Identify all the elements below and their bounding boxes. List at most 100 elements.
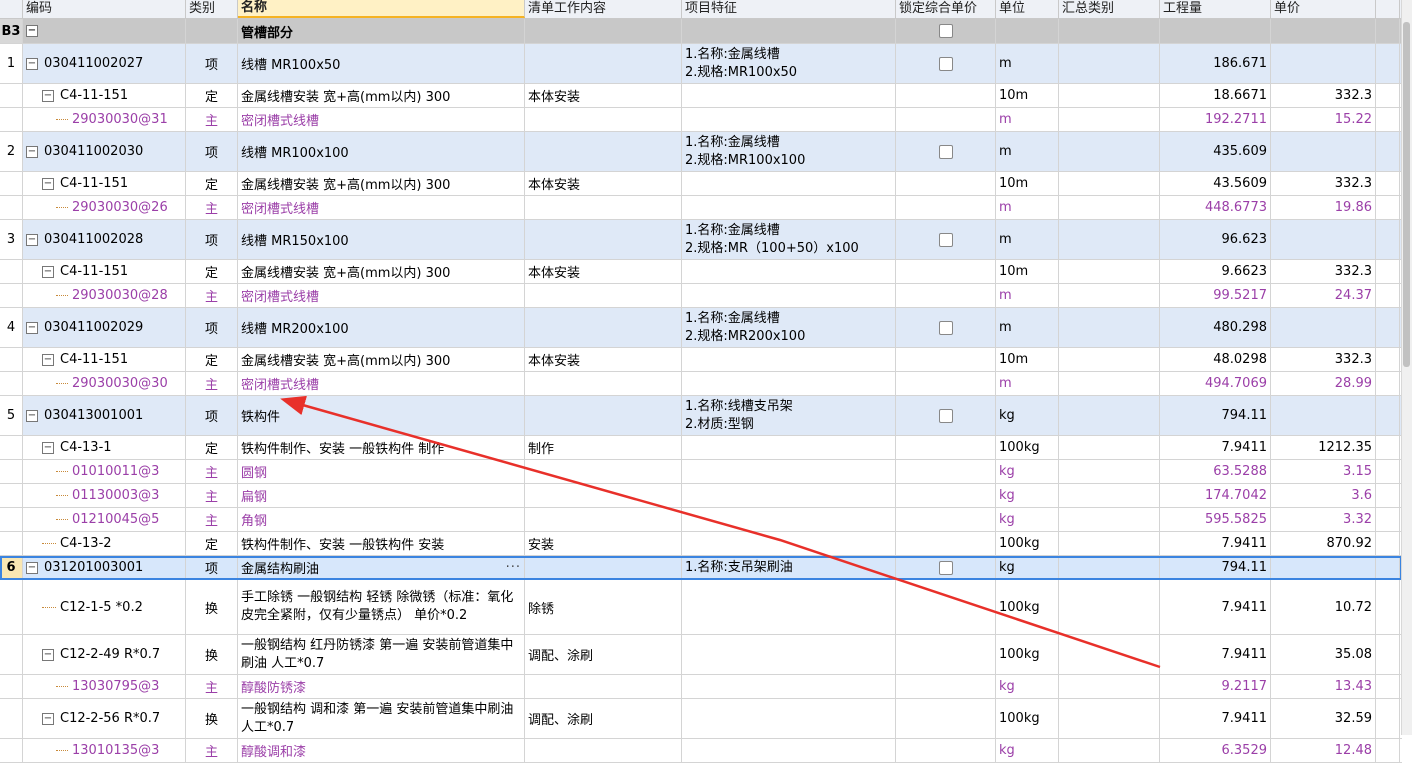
price-cell[interactable]: 15.22 bbox=[1271, 108, 1376, 131]
type-cell[interactable]: 定 bbox=[186, 532, 238, 555]
quota-row[interactable]: − C12-2-49 R*0.7 换 一般钢结构 红丹防锈漆 第一遍 安装前管道集中刷… bbox=[0, 635, 1402, 675]
name-cell[interactable]: 醇酸防锈漆 bbox=[238, 675, 525, 698]
vertical-scrollbar[interactable] bbox=[1401, 0, 1412, 735]
row-index[interactable] bbox=[0, 108, 23, 131]
collapse-toggle-icon[interactable]: − bbox=[42, 89, 54, 102]
price-cell[interactable] bbox=[1271, 396, 1376, 435]
type-cell[interactable]: 项 bbox=[186, 556, 238, 579]
col-header-summary-type[interactable]: 汇总类别 bbox=[1059, 0, 1160, 18]
group-row[interactable]: B3− 管槽部分 bbox=[0, 19, 1402, 44]
code-cell[interactable]: − C4-11-151 bbox=[23, 348, 186, 371]
summary-type-cell[interactable] bbox=[1059, 396, 1160, 435]
summary-type-cell[interactable] bbox=[1059, 635, 1160, 674]
price-cell[interactable]: 332.3 bbox=[1271, 172, 1376, 195]
qty-cell[interactable]: 174.7042 bbox=[1160, 484, 1271, 507]
lock-cell[interactable] bbox=[896, 436, 996, 459]
unit-cell[interactable]: 10m bbox=[996, 84, 1059, 107]
summary-type-cell[interactable] bbox=[1059, 508, 1160, 531]
feature-cell[interactable] bbox=[682, 508, 896, 531]
quota-row[interactable]: − C4-13-1 定 铁构件制作、安装 一般铁构件 制作 制作 100kg 7.9411 1… bbox=[0, 436, 1402, 460]
code-cell[interactable]: C12-1-5 *0.2 bbox=[23, 580, 186, 634]
work-cell[interactable] bbox=[525, 556, 682, 579]
feature-cell[interactable] bbox=[682, 436, 896, 459]
lock-checkbox[interactable] bbox=[938, 560, 953, 575]
type-cell[interactable]: 主 bbox=[186, 675, 238, 698]
summary-type-cell[interactable] bbox=[1059, 372, 1160, 395]
quota-row[interactable]: − C4-11-151 定 金属线槽安装 宽+高(mm以内) 300 本体安装 10m 9.… bbox=[0, 260, 1402, 284]
type-cell[interactable]: 换 bbox=[186, 635, 238, 674]
feature-cell[interactable] bbox=[682, 372, 896, 395]
name-cell[interactable]: 铁构件制作、安装 一般铁构件 制作 bbox=[238, 436, 525, 459]
unit-cell[interactable]: kg bbox=[996, 396, 1059, 435]
unit-cell[interactable]: m bbox=[996, 372, 1059, 395]
work-cell[interactable] bbox=[525, 739, 682, 762]
lock-cell[interactable] bbox=[896, 260, 996, 283]
collapse-toggle-icon[interactable]: − bbox=[26, 57, 38, 70]
qty-cell[interactable]: 7.9411 bbox=[1160, 699, 1271, 738]
work-cell[interactable] bbox=[525, 508, 682, 531]
bill-item-row[interactable]: 2−030411002030 项线槽 MR100x100 1.名称:金属线槽 2.规格… bbox=[0, 132, 1402, 172]
code-cell[interactable]: 29030030@28 bbox=[23, 284, 186, 307]
name-cell[interactable]: 圆钢 bbox=[238, 460, 525, 483]
name-cell[interactable]: 线槽 MR100x50 bbox=[238, 44, 525, 83]
feature-cell[interactable] bbox=[682, 484, 896, 507]
lock-checkbox[interactable] bbox=[938, 232, 953, 247]
name-cell[interactable]: 一般钢结构 红丹防锈漆 第一遍 安装前管道集中刷油 人工*0.7 bbox=[238, 635, 525, 674]
code-cell[interactable]: 29030030@30 bbox=[23, 372, 186, 395]
qty-cell[interactable]: 9.6623 bbox=[1160, 260, 1271, 283]
type-cell[interactable]: 主 bbox=[186, 739, 238, 762]
quota-row[interactable]: C4-13-2 定 铁构件制作、安装 一般铁构件 安装 安装 100kg 7.9411 87… bbox=[0, 532, 1402, 556]
lock-cell[interactable] bbox=[896, 372, 996, 395]
col-header-price[interactable]: 单价 bbox=[1271, 0, 1376, 18]
code-cell[interactable]: − C4-13-1 bbox=[23, 436, 186, 459]
summary-type-cell[interactable] bbox=[1059, 699, 1160, 738]
type-cell[interactable]: 项 bbox=[186, 396, 238, 435]
material-row[interactable]: 29030030@26 主 密闭槽式线槽 m 448.6773 19.86 bbox=[0, 196, 1402, 220]
feature-cell[interactable]: 1.名称:支吊架刷油 bbox=[682, 556, 896, 579]
row-index[interactable]: 4 bbox=[0, 308, 23, 347]
unit-cell[interactable]: kg bbox=[996, 675, 1059, 698]
qty-cell[interactable]: 595.5825 bbox=[1160, 508, 1271, 531]
feature-cell[interactable] bbox=[682, 196, 896, 219]
code-cell[interactable]: −030411002028 bbox=[23, 220, 186, 259]
code-cell[interactable]: C4-13-2 bbox=[23, 532, 186, 555]
collapse-toggle-icon[interactable]: − bbox=[26, 145, 38, 158]
summary-type-cell[interactable] bbox=[1059, 44, 1160, 83]
col-header-code[interactable]: 编码 bbox=[23, 0, 186, 18]
code-cell[interactable]: − C4-11-151 bbox=[23, 172, 186, 195]
name-cell[interactable]: 一般钢结构 调和漆 第一遍 安装前管道集中刷油 人工*0.7 bbox=[238, 699, 525, 738]
unit-cell[interactable]: 100kg bbox=[996, 532, 1059, 555]
type-cell[interactable]: 项 bbox=[186, 220, 238, 259]
qty-cell[interactable]: 43.5609 bbox=[1160, 172, 1271, 195]
lock-cell[interactable] bbox=[896, 635, 996, 674]
qty-cell[interactable]: 99.5217 bbox=[1160, 284, 1271, 307]
lock-cell[interactable] bbox=[896, 484, 996, 507]
summary-type-cell[interactable] bbox=[1059, 172, 1160, 195]
price-cell[interactable]: 35.08 bbox=[1271, 635, 1376, 674]
type-cell[interactable]: 换 bbox=[186, 699, 238, 738]
type-cell[interactable]: 换 bbox=[186, 580, 238, 634]
collapse-toggle-icon[interactable]: − bbox=[42, 712, 54, 725]
unit-cell[interactable]: kg bbox=[996, 739, 1059, 762]
type-cell[interactable]: 主 bbox=[186, 460, 238, 483]
name-cell[interactable]: 密闭槽式线槽 bbox=[238, 108, 525, 131]
qty-cell[interactable]: 494.7069 bbox=[1160, 372, 1271, 395]
row-index[interactable] bbox=[0, 196, 23, 219]
feature-cell[interactable] bbox=[682, 635, 896, 674]
feature-cell[interactable]: 1.名称:金属线槽 2.规格:MR100x50 bbox=[682, 44, 896, 83]
type-cell[interactable]: 主 bbox=[186, 284, 238, 307]
lock-cell[interactable] bbox=[896, 532, 996, 555]
feature-cell[interactable] bbox=[682, 172, 896, 195]
row-index[interactable]: 1 bbox=[0, 44, 23, 83]
material-row[interactable]: 01010011@3 主 圆钢 kg 63.5288 3.15 bbox=[0, 460, 1402, 484]
scrollbar-thumb[interactable] bbox=[1403, 22, 1410, 367]
col-header-type[interactable]: 类别 bbox=[186, 0, 238, 18]
feature-cell[interactable] bbox=[682, 739, 896, 762]
qty-cell[interactable]: 192.2711 bbox=[1160, 108, 1271, 131]
lock-cell[interactable] bbox=[896, 172, 996, 195]
code-cell[interactable]: 01210045@5 bbox=[23, 508, 186, 531]
price-cell[interactable]: 12.48 bbox=[1271, 739, 1376, 762]
bill-item-row[interactable]: 5−030413001001 项铁构件 1.名称:线槽支吊架 2.材质:型钢 kg 794… bbox=[0, 396, 1402, 436]
row-index[interactable] bbox=[0, 348, 23, 371]
type-cell[interactable]: 项 bbox=[186, 132, 238, 171]
